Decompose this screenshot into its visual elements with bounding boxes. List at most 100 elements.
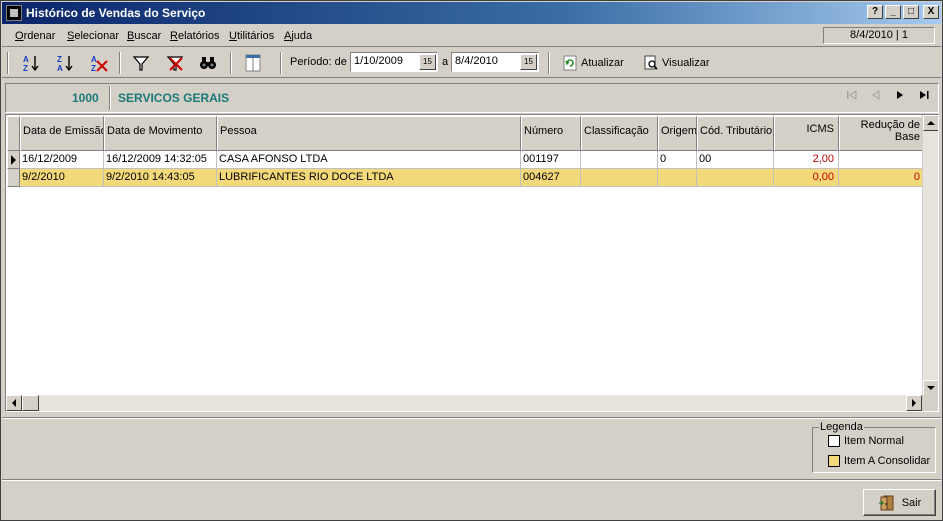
first-record-button[interactable]: [844, 90, 860, 106]
cell-pessoa[interactable]: CASA AFONSO LTDA: [217, 151, 521, 169]
scroll-down-button[interactable]: [923, 380, 938, 396]
date-to-input[interactable]: 8/4/2010 15: [451, 52, 539, 72]
toolbar-grip: [7, 52, 9, 74]
horizontal-scroll-thumb[interactable]: [22, 395, 39, 411]
clear-filter-icon: [166, 56, 184, 71]
sales-history-grid[interactable]: Data de Emissão Data de Movimento Pessoa…: [5, 114, 939, 412]
toolbar-separator: [119, 52, 121, 74]
scroll-right-button[interactable]: [906, 395, 922, 411]
service-code: 1000: [72, 91, 99, 105]
cell-movimento[interactable]: 16/12/2009 14:32:05: [104, 151, 217, 169]
column-header-cod-tributario[interactable]: Cód. Tributário: [697, 116, 774, 151]
cell-cod-tributario[interactable]: 00: [697, 151, 774, 169]
date-from-value: 1/10/2009: [354, 55, 403, 67]
cell-classificacao[interactable]: [581, 151, 658, 169]
horizontal-scrollbar[interactable]: [6, 395, 922, 411]
close-button[interactable]: X: [923, 5, 939, 19]
svg-text:Z: Z: [23, 64, 28, 73]
sort-desc-icon: Z A: [57, 55, 73, 73]
toolbar-separator: [230, 52, 232, 74]
last-record-icon: [920, 91, 929, 99]
column-header-pessoa[interactable]: Pessoa: [217, 116, 521, 151]
menu-buscar[interactable]: Buscar: [127, 30, 161, 42]
toolbar: A Z Z A A Z Período: de 1/10/2009 15 a 8…: [2, 48, 941, 78]
period-label: Período: de: [290, 56, 347, 68]
title-bar[interactable]: Histórico de Vendas do Serviço ? _ □ X: [2, 2, 941, 24]
arrow-down-icon: [927, 386, 935, 390]
arrow-up-icon: [927, 121, 935, 125]
exit-label: Sair: [901, 496, 922, 509]
columns-button[interactable]: [242, 52, 264, 74]
column-header-numero[interactable]: Número: [521, 116, 581, 151]
cell-numero[interactable]: 004627: [521, 169, 581, 187]
legend: Legenda Item Normal Item A Consolidar: [812, 421, 936, 473]
column-header-emissao[interactable]: Data de Emissão: [20, 116, 104, 151]
cell-icms[interactable]: 2,00: [774, 151, 839, 169]
filter-button[interactable]: [130, 52, 152, 74]
cell-numero[interactable]: 001197: [521, 151, 581, 169]
cell-reducao[interactable]: [839, 151, 923, 169]
cell-pessoa[interactable]: LUBRIFICANTES RIO DOCE LTDA: [217, 169, 521, 187]
menu-ajuda[interactable]: Ajuda: [284, 30, 312, 42]
clear-filter-button[interactable]: [164, 52, 186, 74]
refresh-button[interactable]: Atualizar: [562, 53, 624, 73]
vertical-scrollbar[interactable]: [922, 115, 938, 396]
legend-label-normal: Item Normal: [844, 435, 904, 447]
maximize-button[interactable]: □: [903, 5, 919, 19]
menu-selecionar[interactable]: Selecionar: [67, 30, 119, 42]
view-button[interactable]: Visualizar: [643, 53, 710, 73]
column-header-icms[interactable]: ICMS: [774, 116, 839, 151]
column-header-movimento[interactable]: Data de Movimento: [104, 116, 217, 151]
menu-ordenar[interactable]: Ordenar: [15, 30, 55, 42]
service-header: 1000 SERVICOS GERAIS: [5, 83, 939, 113]
svg-text:Z: Z: [91, 64, 96, 73]
calendar-from-button[interactable]: 15: [419, 54, 436, 70]
table-row[interactable]: 9/2/2010 9/2/2010 14:43:05 LUBRIFICANTES…: [7, 169, 923, 187]
header-divider: [109, 86, 111, 110]
toolbar-separator: [548, 52, 550, 74]
prev-record-button[interactable]: [868, 90, 884, 106]
scroll-left-button[interactable]: [6, 395, 22, 411]
next-record-button[interactable]: [892, 90, 908, 106]
date-from-input[interactable]: 1/10/2009 15: [350, 52, 438, 72]
sort-asc-button[interactable]: A Z: [20, 52, 42, 74]
help-button[interactable]: ?: [867, 5, 883, 19]
table-row[interactable]: 16/12/2009 16/12/2009 14:32:05 CASA AFON…: [7, 151, 923, 169]
column-header-origem[interactable]: Origem: [658, 116, 697, 151]
cell-cod-tributario[interactable]: [697, 169, 774, 187]
menu-ordenar-mnemonic: O: [15, 30, 24, 42]
arrow-left-icon: [12, 399, 16, 407]
cell-reducao[interactable]: 0: [839, 169, 923, 187]
cell-origem[interactable]: [658, 169, 697, 187]
menu-relatorios[interactable]: Relatórios: [170, 30, 220, 42]
calendar-to-button[interactable]: 15: [520, 54, 537, 70]
view-label: Visualizar: [662, 57, 710, 69]
row-indicator: [7, 169, 20, 187]
status-date: 8/4/2010 | 1: [823, 27, 935, 44]
scrollbar-corner: [922, 395, 938, 411]
clear-sort-icon: A Z: [91, 55, 108, 73]
filter-icon: [132, 56, 150, 71]
column-header-classificacao[interactable]: Classificação: [581, 116, 658, 151]
sort-desc-button[interactable]: Z A: [54, 52, 76, 74]
sort-asc-icon: A Z: [23, 55, 39, 73]
minimize-button[interactable]: _: [885, 5, 901, 19]
exit-button[interactable]: Sair: [863, 489, 936, 516]
svg-text:A: A: [57, 64, 63, 73]
column-header-reducao[interactable]: Redução de Base: [839, 116, 923, 151]
cell-emissao[interactable]: 16/12/2009: [20, 151, 104, 169]
clear-sort-button[interactable]: A Z: [88, 52, 110, 74]
cell-classificacao[interactable]: [581, 169, 658, 187]
menu-relatorios-label: elatórios: [177, 30, 220, 42]
scroll-up-button[interactable]: [923, 115, 938, 131]
search-button[interactable]: [197, 52, 219, 74]
cell-movimento[interactable]: 9/2/2010 14:43:05: [104, 169, 217, 187]
divider: [2, 417, 941, 419]
cell-icms[interactable]: 0,00: [774, 169, 839, 187]
app-window: Histórico de Vendas do Serviço ? _ □ X O…: [0, 0, 943, 521]
menu-utilitarios[interactable]: Utilitários: [229, 30, 274, 42]
cell-emissao[interactable]: 9/2/2010: [20, 169, 104, 187]
refresh-icon: [563, 55, 577, 71]
cell-origem[interactable]: 0: [658, 151, 697, 169]
last-record-button[interactable]: [916, 90, 932, 106]
